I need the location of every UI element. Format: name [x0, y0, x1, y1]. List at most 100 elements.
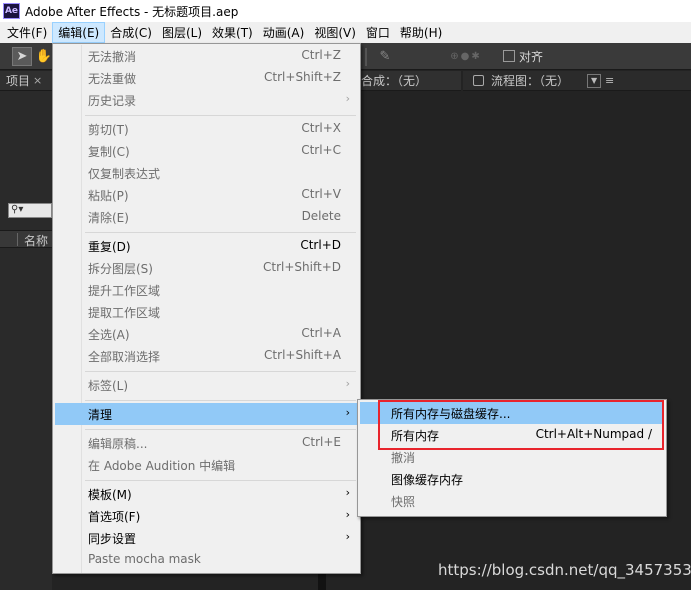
- menu-item-shortcut: Ctrl+X: [301, 121, 341, 135]
- menu-item-label: 拆分图层(S): [88, 262, 153, 276]
- search-icon[interactable]: ⚲▾: [8, 203, 52, 218]
- selection-tool-icon[interactable]: ➤: [12, 47, 32, 66]
- menu-edit[interactable]: 编辑(E): [52, 22, 106, 43]
- menu-composition[interactable]: 合成(C): [105, 22, 157, 43]
- edit-menu: 无法撤消 Ctrl+Z 无法重做 Ctrl+Shift+Z 历史记录 › 剪切(…: [52, 43, 361, 574]
- menu-item-clear[interactable]: 清除(E) Delete: [55, 206, 358, 228]
- menu-item-label: 编辑原稿...: [88, 437, 148, 451]
- flowchart-panel-tab[interactable]: 流程图：（无） ▼ ≡: [463, 71, 691, 91]
- submenu-arrow-icon: ›: [345, 530, 350, 543]
- submenu-item-label: 图像缓存内存: [391, 473, 464, 487]
- submenu-arrow-icon: ›: [345, 508, 350, 521]
- menu-item-lift-work-area[interactable]: 提升工作区域: [55, 279, 358, 301]
- window-title: Adobe After Effects - 无标题项目.aep: [25, 4, 239, 19]
- menu-item-copy-expression[interactable]: 仅复制表达式: [55, 162, 358, 184]
- menu-item-purge[interactable]: 清理 ›: [55, 403, 358, 425]
- panel-menu-icon[interactable]: ≡: [605, 74, 614, 87]
- menu-item-label: 剪切(T): [88, 123, 129, 137]
- menu-item-shortcut: Ctrl+Z: [301, 48, 341, 62]
- menu-item-select-all[interactable]: 全选(A) Ctrl+A: [55, 323, 358, 345]
- menu-item-shortcut: Ctrl+D: [300, 238, 341, 252]
- submenu-arrow-icon: ›: [345, 406, 350, 419]
- menu-animation[interactable]: 动画(A): [258, 22, 310, 43]
- snap-label: 对齐: [519, 50, 544, 64]
- menu-item-templates[interactable]: 模板(M) ›: [55, 483, 358, 505]
- name-column-header[interactable]: 名称: [0, 230, 52, 248]
- toolbar-divider: [365, 48, 367, 66]
- menu-item-label-color[interactable]: 标签(L) ›: [55, 374, 358, 396]
- menu-item-label: 提升工作区域: [88, 284, 161, 298]
- submenu-item-label: 撤消: [391, 451, 416, 465]
- hand-tool-icon[interactable]: ✋: [36, 47, 52, 66]
- menu-item-label: 标签(L): [88, 379, 129, 393]
- menu-item-redo[interactable]: 无法重做 Ctrl+Shift+Z: [55, 67, 358, 89]
- menu-separator: [85, 429, 356, 430]
- menu-item-cut[interactable]: 剪切(T) Ctrl+X: [55, 118, 358, 140]
- menu-separator: [85, 371, 356, 372]
- menu-item-paste-mocha-mask[interactable]: Paste mocha mask: [55, 549, 358, 571]
- menu-separator: [85, 232, 356, 233]
- project-panel-tab[interactable]: 项目 ×: [0, 71, 54, 91]
- puppet-tools-icon[interactable]: ⊕●✱: [440, 47, 492, 66]
- menu-item-shortcut: Ctrl+V: [301, 187, 341, 201]
- menu-layer[interactable]: 图层(L): [157, 22, 207, 43]
- menu-item-shortcut: Ctrl+E: [302, 435, 341, 449]
- menu-item-label: 无法撤消: [88, 50, 137, 64]
- menu-item-label: 复制(C): [88, 145, 130, 159]
- menu-item-preferences[interactable]: 首选项(F) ›: [55, 505, 358, 527]
- composition-tab-label: 合成：（无）: [361, 74, 428, 88]
- menu-item-edit-in-audition[interactable]: 在 Adobe Audition 中编辑: [55, 454, 358, 476]
- menu-item-shortcut: Ctrl+Shift+D: [263, 260, 341, 274]
- menu-item-split-layer[interactable]: 拆分图层(S) Ctrl+Shift+D: [55, 257, 358, 279]
- chevron-down-icon[interactable]: ▼: [587, 73, 602, 88]
- menu-file[interactable]: 文件(F): [0, 22, 52, 43]
- annotation-highlight-box: [378, 400, 664, 450]
- menu-window[interactable]: 窗口: [361, 22, 395, 43]
- submenu-item-snapshot[interactable]: 快照: [360, 490, 664, 512]
- watermark-text: https://blog.csdn.net/qq_34573534: [438, 561, 691, 579]
- app-logo-icon: Ae: [3, 3, 20, 19]
- lock-icon[interactable]: [473, 75, 484, 86]
- menu-item-shortcut: Delete: [301, 209, 341, 223]
- menu-item-extract-work-area[interactable]: 提取工作区域: [55, 301, 358, 323]
- menu-item-label: 清除(E): [88, 211, 129, 225]
- snap-checkbox[interactable]: [503, 50, 515, 62]
- menu-item-label: Paste mocha mask: [88, 552, 201, 566]
- menu-item-label: 全选(A): [88, 328, 130, 342]
- menu-item-shortcut: Ctrl+A: [301, 326, 341, 340]
- menu-bar: 文件(F) 编辑(E) 合成(C) 图层(L) 效果(T) 动画(A) 视图(V…: [0, 22, 691, 43]
- submenu-item-label: 快照: [391, 495, 416, 509]
- menu-item-label: 同步设置: [88, 532, 137, 546]
- column-divider: [17, 233, 18, 246]
- submenu-item-image-cache-memory[interactable]: 图像缓存内存: [360, 468, 664, 490]
- title-bar: Ae Adobe After Effects - 无标题项目.aep: [0, 0, 691, 22]
- menu-item-label: 重复(D): [88, 240, 131, 254]
- composition-panel-tab[interactable]: 合成：（无）: [361, 71, 461, 91]
- scrollbar[interactable]: [318, 572, 326, 590]
- menu-item-deselect-all[interactable]: 全部取消选择 Ctrl+Shift+A: [55, 345, 358, 367]
- menu-item-shortcut: Ctrl+Shift+A: [264, 348, 341, 362]
- menu-view[interactable]: 视图(V): [309, 22, 361, 43]
- submenu-arrow-icon: ›: [345, 486, 350, 499]
- pin-tool-icon[interactable]: ✎: [376, 47, 394, 66]
- menu-item-undo[interactable]: 无法撤消 Ctrl+Z: [55, 45, 358, 67]
- menu-item-shortcut: Ctrl+Shift+Z: [264, 70, 341, 84]
- project-panel: [0, 91, 52, 590]
- menu-item-history[interactable]: 历史记录 ›: [55, 89, 358, 111]
- menu-item-label: 首选项(F): [88, 510, 141, 524]
- menu-item-edit-original[interactable]: 编辑原稿... Ctrl+E: [55, 432, 358, 454]
- menu-separator: [85, 115, 356, 116]
- close-icon[interactable]: ×: [33, 74, 42, 87]
- menu-item-duplicate[interactable]: 重复(D) Ctrl+D: [55, 235, 358, 257]
- menu-separator: [85, 400, 356, 401]
- menu-item-sync-settings[interactable]: 同步设置 ›: [55, 527, 358, 549]
- menu-item-paste[interactable]: 粘贴(P) Ctrl+V: [55, 184, 358, 206]
- name-column-label: 名称: [24, 234, 49, 248]
- menu-help[interactable]: 帮助(H): [395, 22, 447, 43]
- menu-effect[interactable]: 效果(T): [207, 22, 258, 43]
- menu-item-label: 历史记录: [88, 94, 137, 108]
- menu-item-copy[interactable]: 复制(C) Ctrl+C: [55, 140, 358, 162]
- menu-item-label: 模板(M): [88, 488, 132, 502]
- menu-separator: [85, 480, 356, 481]
- menu-item-label: 清理: [88, 408, 113, 422]
